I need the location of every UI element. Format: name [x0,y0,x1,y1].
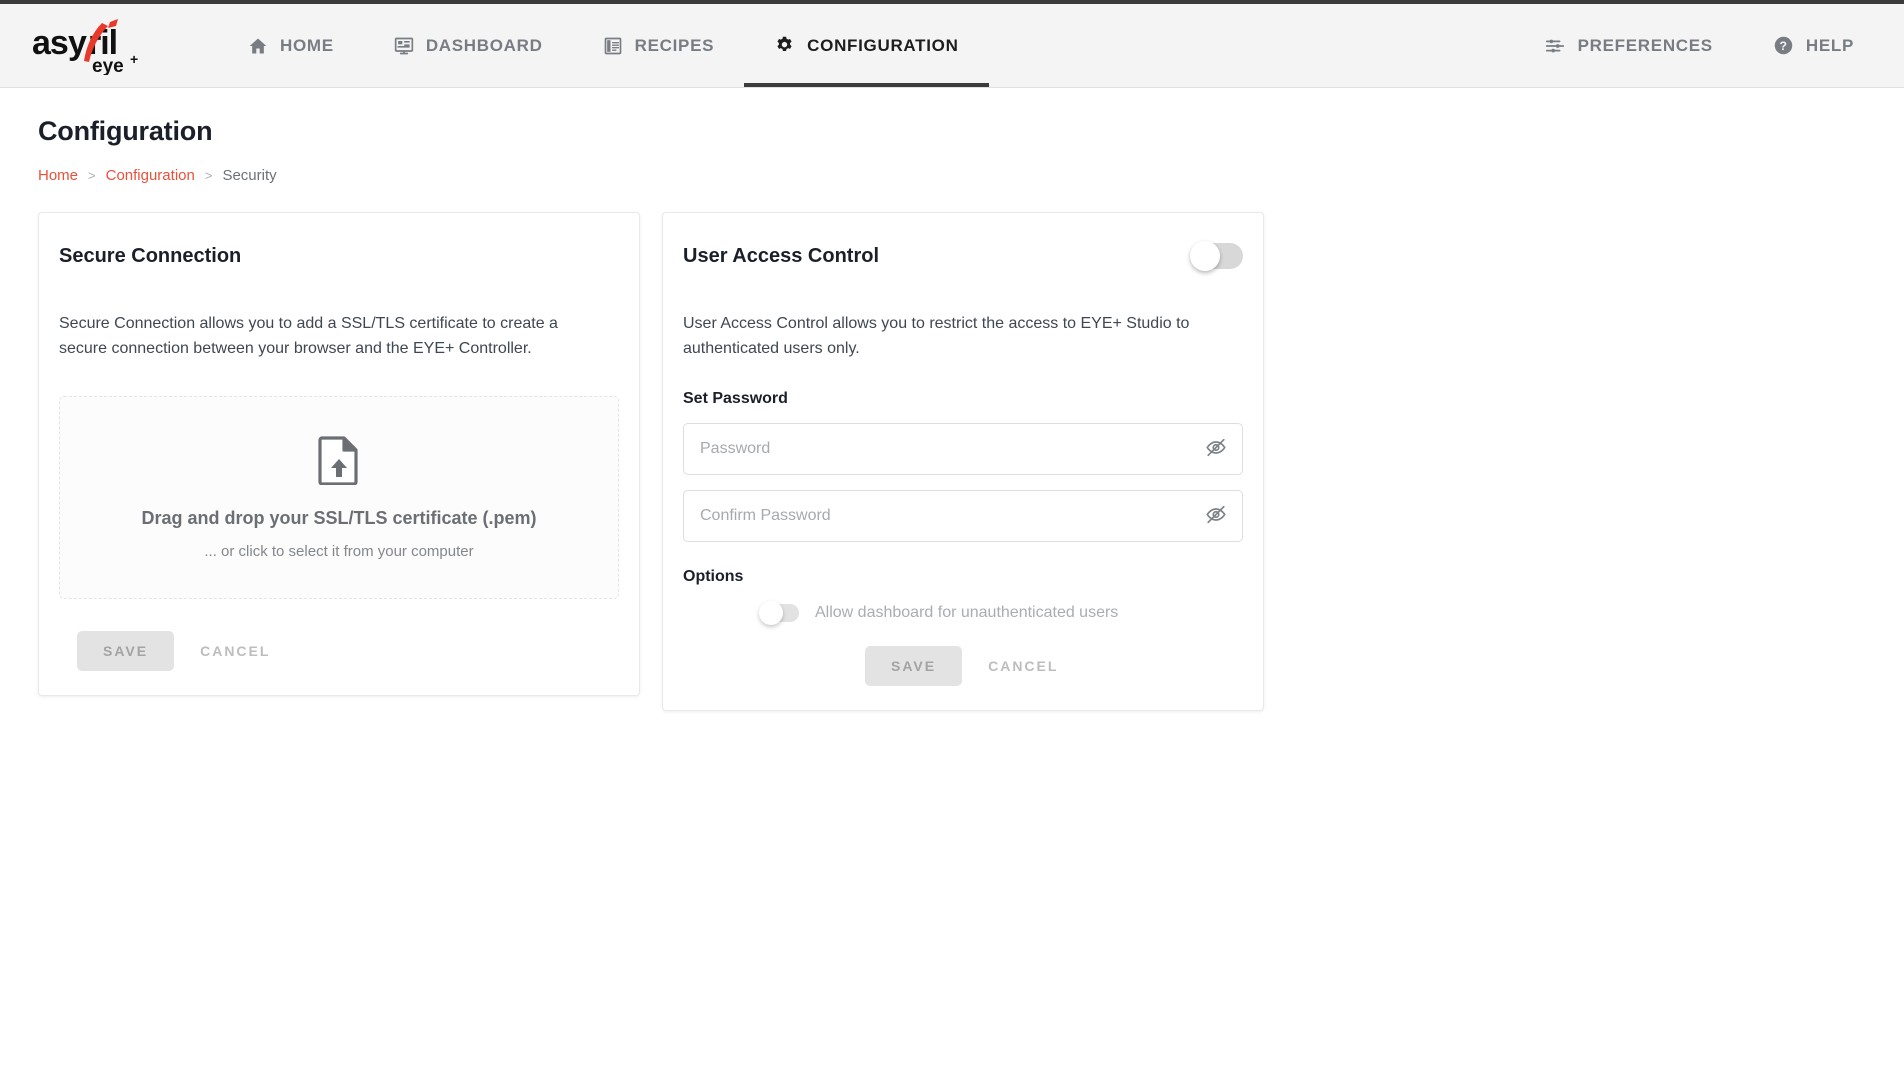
gear-icon [774,35,795,56]
dropzone-sub-text: ... or click to select it from your comp… [204,543,473,560]
nav-item-dashboard-label: DASHBOARD [426,36,543,56]
home-icon [248,36,268,56]
nav-item-help-label: HELP [1806,36,1854,56]
nav-item-preferences[interactable]: PREFERENCES [1514,0,1743,87]
secondary-nav: PREFERENCES ? HELP [1514,0,1904,87]
svg-text:y: y [68,24,87,62]
breadcrumb-item-home[interactable]: Home [38,167,78,184]
cards-container: Secure Connection Secure Connection allo… [38,212,1866,711]
password-input[interactable] [683,423,1243,475]
user-access-control-card: User Access Control User Access Control … [662,212,1264,711]
page-content: Configuration Home > Configuration > Sec… [0,88,1904,711]
primary-nav: HOME DASHBOARD RECIPES [218,0,989,87]
breadcrumb-separator: > [205,168,213,183]
secure-connection-card: Secure Connection Secure Connection allo… [38,212,640,696]
brand-logo[interactable]: as y ril eye + [0,0,190,87]
dropzone-main-text: Drag and drop your SSL/TLS certificate (… [141,508,536,529]
secure-connection-header: Secure Connection [59,239,619,273]
nav-item-configuration-label: CONFIGURATION [807,36,958,56]
password-field-row [683,423,1243,475]
toggle-knob [1190,241,1220,271]
recipes-book-icon [603,36,623,56]
user-access-control-cancel-button[interactable]: CANCEL [980,646,1066,686]
user-access-control-title: User Access Control [683,245,879,268]
secure-connection-description: Secure Connection allows you to add a SS… [59,311,579,362]
breadcrumb: Home > Configuration > Security [38,167,1866,184]
eye-off-icon [1205,436,1227,461]
secure-connection-save-button[interactable]: SAVE [77,631,174,671]
options-label: Options [683,568,1243,586]
allow-dashboard-label: Allow dashboard for unauthenticated user… [815,604,1118,622]
user-access-control-toggle[interactable] [1191,243,1243,269]
nav-item-recipes-label: RECIPES [635,36,715,56]
nav-item-dashboard[interactable]: DASHBOARD [364,0,573,87]
password-reveal-button[interactable] [1203,434,1229,463]
confirm-password-field-row [683,490,1243,542]
nav-item-preferences-label: PREFERENCES [1578,36,1713,56]
breadcrumb-item-security: Security [222,167,276,184]
svg-text:as: as [32,24,68,62]
nav-item-home[interactable]: HOME [218,0,364,87]
secure-connection-cancel-button[interactable]: CANCEL [192,631,278,671]
secure-connection-title: Secure Connection [59,245,241,268]
user-access-control-save-button[interactable]: SAVE [865,646,962,686]
confirm-password-reveal-button[interactable] [1203,501,1229,530]
set-password-label: Set Password [683,390,1243,408]
eye-off-icon [1205,503,1227,528]
breadcrumb-separator: > [88,168,96,183]
user-access-control-actions: SAVE CANCEL [683,646,1243,686]
nav-item-recipes[interactable]: RECIPES [573,0,745,87]
asyril-eye-plus-logo: as y ril eye + [30,17,160,75]
svg-text:eye: eye [92,56,124,75]
top-navigation-bar: as y ril eye + HOME [0,0,1904,88]
svg-text:+: + [130,51,138,67]
breadcrumb-item-configuration[interactable]: Configuration [106,167,195,184]
secure-connection-actions: SAVE CANCEL [59,631,619,671]
help-question-icon: ? [1773,35,1794,56]
nav-item-configuration[interactable]: CONFIGURATION [744,0,988,87]
confirm-password-input[interactable] [683,490,1243,542]
svg-text:?: ? [1779,39,1787,53]
nav-item-home-label: HOME [280,36,334,56]
file-upload-icon [318,435,360,490]
dashboard-monitor-icon [394,36,414,56]
nav-item-help[interactable]: ? HELP [1743,0,1884,87]
user-access-control-description: User Access Control allows you to restri… [683,311,1203,362]
sliders-icon [1544,35,1566,57]
user-access-control-header: User Access Control [683,239,1243,273]
page-title: Configuration [38,116,1866,147]
allow-dashboard-toggle[interactable] [761,604,799,622]
toggle-knob [759,601,783,625]
certificate-dropzone[interactable]: Drag and drop your SSL/TLS certificate (… [59,396,619,599]
allow-dashboard-option-row: Allow dashboard for unauthenticated user… [683,604,1243,622]
